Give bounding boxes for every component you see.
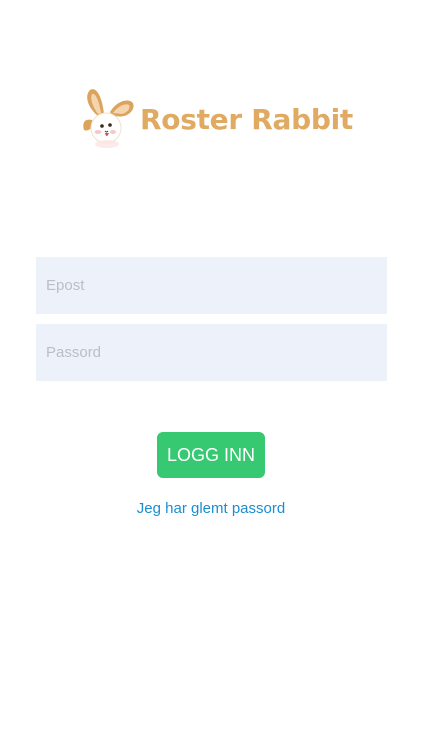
brand-name: Roster Rabbit bbox=[140, 102, 354, 136]
login-button[interactable]: LOGG INN bbox=[157, 432, 265, 478]
password-field[interactable] bbox=[36, 324, 387, 381]
forgot-password-link[interactable]: Jeg har glemt passord bbox=[0, 500, 422, 517]
app-logo: Roster Rabbit bbox=[80, 86, 353, 152]
email-field[interactable] bbox=[36, 257, 387, 314]
rabbit-mascot-icon bbox=[83, 89, 134, 148]
